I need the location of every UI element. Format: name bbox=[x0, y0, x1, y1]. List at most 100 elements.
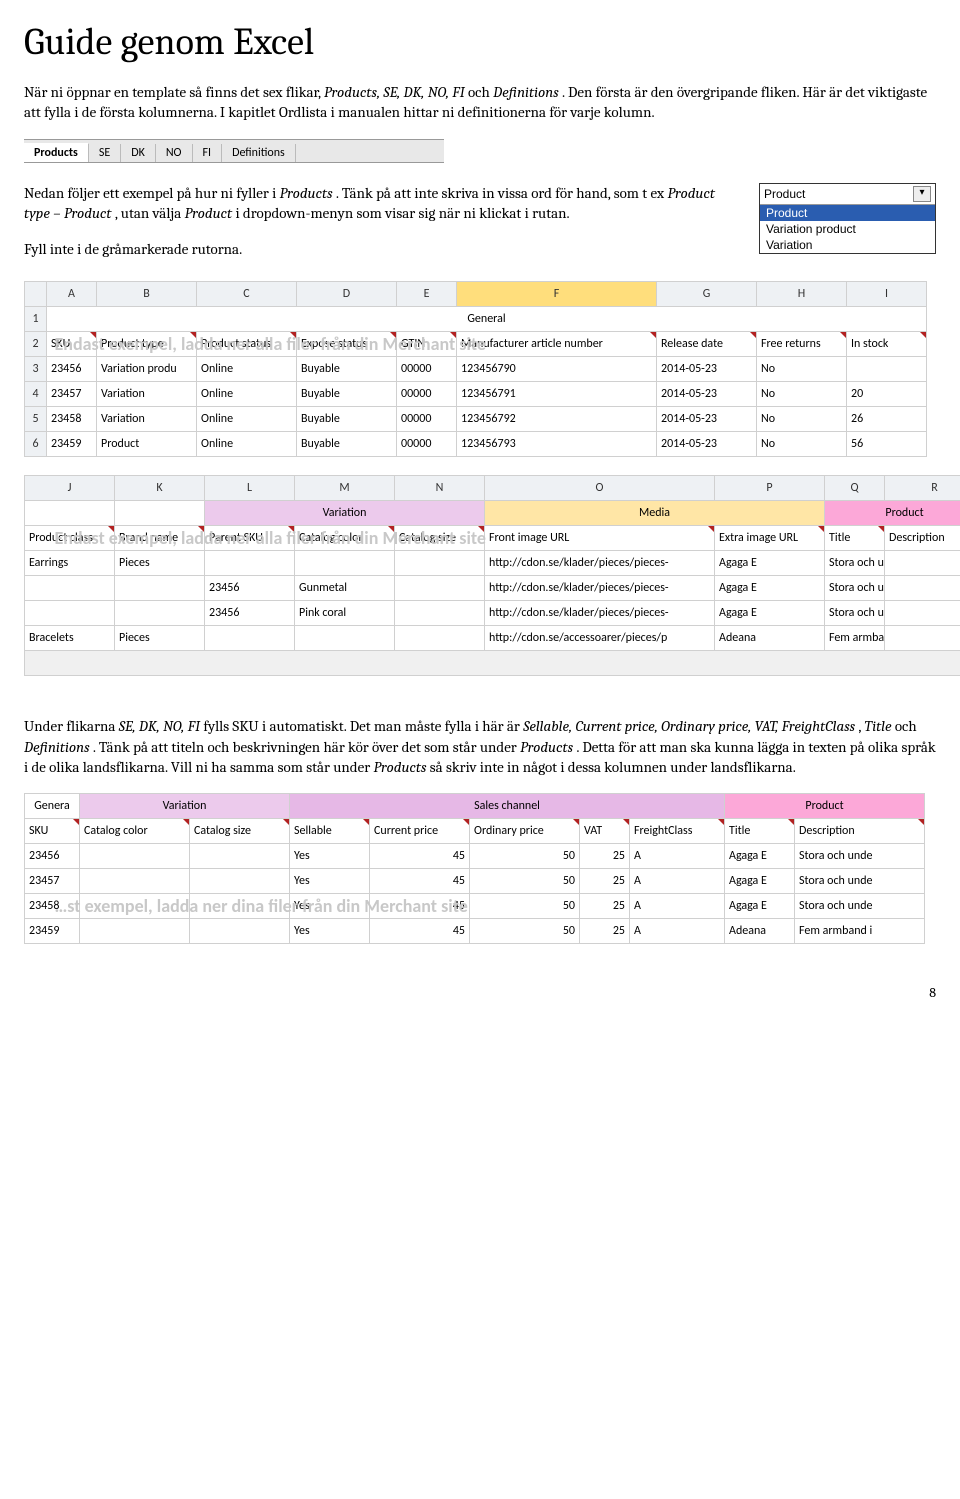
cell[interactable]: Pieces bbox=[115, 626, 205, 651]
cell[interactable]: 23456 bbox=[205, 576, 295, 601]
cell[interactable]: Stora och unde bbox=[825, 601, 885, 626]
cell[interactable] bbox=[395, 601, 485, 626]
cell[interactable]: 23456 bbox=[205, 601, 295, 626]
row-number[interactable]: 1 bbox=[25, 307, 47, 332]
cell[interactable] bbox=[25, 576, 115, 601]
cell[interactable]: Agaga E bbox=[725, 894, 795, 919]
cell[interactable] bbox=[115, 601, 205, 626]
tab-se[interactable]: SE bbox=[89, 144, 121, 162]
cell[interactable]: http://cdon.se/klader/pieces/pieces- bbox=[485, 576, 715, 601]
col-header[interactable]: C bbox=[197, 282, 297, 307]
cell[interactable]: A bbox=[630, 894, 725, 919]
cell[interactable]: http://cdon.se/accessoarer/pieces/p bbox=[485, 626, 715, 651]
cell[interactable]: Product bbox=[97, 432, 197, 457]
cell[interactable]: 00000 bbox=[397, 407, 457, 432]
row-number[interactable]: 5 bbox=[25, 407, 47, 432]
cell[interactable]: Pieces bbox=[115, 551, 205, 576]
col-header[interactable]: I bbox=[847, 282, 927, 307]
cell[interactable]: 20 bbox=[847, 382, 927, 407]
tab-dk[interactable]: DK bbox=[121, 144, 156, 162]
cell[interactable]: 23459 bbox=[47, 432, 97, 457]
cell[interactable] bbox=[190, 869, 290, 894]
cell[interactable]: Gunmetal bbox=[295, 576, 395, 601]
cell[interactable]: Fem armband i bbox=[795, 919, 925, 944]
cell[interactable]: Variation bbox=[97, 407, 197, 432]
cell[interactable]: 123456792 bbox=[457, 407, 657, 432]
dropdown-option[interactable]: Variation product bbox=[760, 221, 935, 237]
cell[interactable]: 00000 bbox=[397, 432, 457, 457]
cell[interactable]: 45 bbox=[370, 844, 470, 869]
cell[interactable]: Agaga E bbox=[715, 576, 825, 601]
cell[interactable]: 23456 bbox=[25, 844, 80, 869]
tab-fi[interactable]: FI bbox=[193, 144, 223, 162]
col-header[interactable]: G bbox=[657, 282, 757, 307]
col-header[interactable]: N bbox=[395, 476, 485, 501]
cell[interactable]: A bbox=[630, 844, 725, 869]
dropdown-option[interactable]: Variation bbox=[760, 237, 935, 253]
cell[interactable]: 23458 bbox=[47, 407, 97, 432]
cell[interactable]: Adeana bbox=[715, 626, 825, 651]
cell[interactable] bbox=[295, 551, 395, 576]
cell[interactable]: 23458 bbox=[25, 894, 80, 919]
cell[interactable]: Adeana bbox=[725, 919, 795, 944]
cell[interactable] bbox=[205, 626, 295, 651]
cell[interactable] bbox=[295, 626, 395, 651]
cell[interactable] bbox=[205, 551, 295, 576]
cell[interactable]: Bracelets bbox=[25, 626, 115, 651]
cell[interactable]: Stora och unde bbox=[825, 576, 885, 601]
cell[interactable]: http://cdon.se/klader/pieces/pieces- bbox=[485, 551, 715, 576]
cell[interactable]: 123456790 bbox=[457, 357, 657, 382]
cell[interactable]: 45 bbox=[370, 869, 470, 894]
cell[interactable]: 45 bbox=[370, 919, 470, 944]
cell[interactable] bbox=[80, 869, 190, 894]
tab-products[interactable]: Products bbox=[24, 143, 89, 162]
cell[interactable]: Agaga E bbox=[725, 844, 795, 869]
cell[interactable]: A bbox=[630, 869, 725, 894]
cell[interactable]: 2014-05-23 bbox=[657, 382, 757, 407]
dropdown-option[interactable]: Product bbox=[760, 205, 935, 221]
cell[interactable]: http://cdon.se/klader/pieces/pieces- bbox=[485, 601, 715, 626]
cell[interactable]: 123456791 bbox=[457, 382, 657, 407]
cell[interactable]: 25 bbox=[580, 919, 630, 944]
col-header[interactable]: P bbox=[715, 476, 825, 501]
cell[interactable] bbox=[190, 894, 290, 919]
tab-no[interactable]: NO bbox=[156, 144, 193, 162]
col-header[interactable]: R bbox=[885, 476, 960, 501]
cell[interactable] bbox=[847, 357, 927, 382]
col-header[interactable]: J bbox=[25, 476, 115, 501]
row-number[interactable]: 6 bbox=[25, 432, 47, 457]
cell[interactable]: Agaga E bbox=[725, 869, 795, 894]
col-header[interactable]: H bbox=[757, 282, 847, 307]
cell[interactable]: No bbox=[757, 357, 847, 382]
col-header[interactable]: O bbox=[485, 476, 715, 501]
cell[interactable]: Fem armband bbox=[825, 626, 885, 651]
col-header[interactable]: F bbox=[457, 282, 657, 307]
cell[interactable] bbox=[80, 844, 190, 869]
cell[interactable] bbox=[190, 919, 290, 944]
cell[interactable] bbox=[395, 576, 485, 601]
product-type-dropdown[interactable]: Product ▾ Product Variation product Vari… bbox=[759, 183, 936, 254]
cell[interactable]: 23459 bbox=[25, 919, 80, 944]
cell[interactable]: Variation bbox=[97, 382, 197, 407]
col-header[interactable]: L bbox=[205, 476, 295, 501]
cell[interactable]: Buyable bbox=[297, 382, 397, 407]
row-number[interactable]: 3 bbox=[25, 357, 47, 382]
cell[interactable]: 00000 bbox=[397, 382, 457, 407]
col-header[interactable]: D bbox=[297, 282, 397, 307]
col-header[interactable]: M bbox=[295, 476, 395, 501]
cell[interactable]: No bbox=[757, 382, 847, 407]
cell[interactable]: No bbox=[757, 407, 847, 432]
cell[interactable] bbox=[190, 844, 290, 869]
col-header[interactable]: E bbox=[397, 282, 457, 307]
cell[interactable]: Yes bbox=[290, 894, 370, 919]
cell[interactable]: 2014-05-23 bbox=[657, 432, 757, 457]
cell[interactable]: 25 bbox=[580, 894, 630, 919]
cell[interactable]: Stora och unde bbox=[795, 869, 925, 894]
cell[interactable]: 2014-05-23 bbox=[657, 357, 757, 382]
cell[interactable]: Agaga E bbox=[715, 551, 825, 576]
cell[interactable] bbox=[80, 894, 190, 919]
cell[interactable] bbox=[115, 576, 205, 601]
cell[interactable]: Pink coral bbox=[295, 601, 395, 626]
cell[interactable]: 25 bbox=[580, 844, 630, 869]
cell[interactable] bbox=[885, 626, 960, 651]
